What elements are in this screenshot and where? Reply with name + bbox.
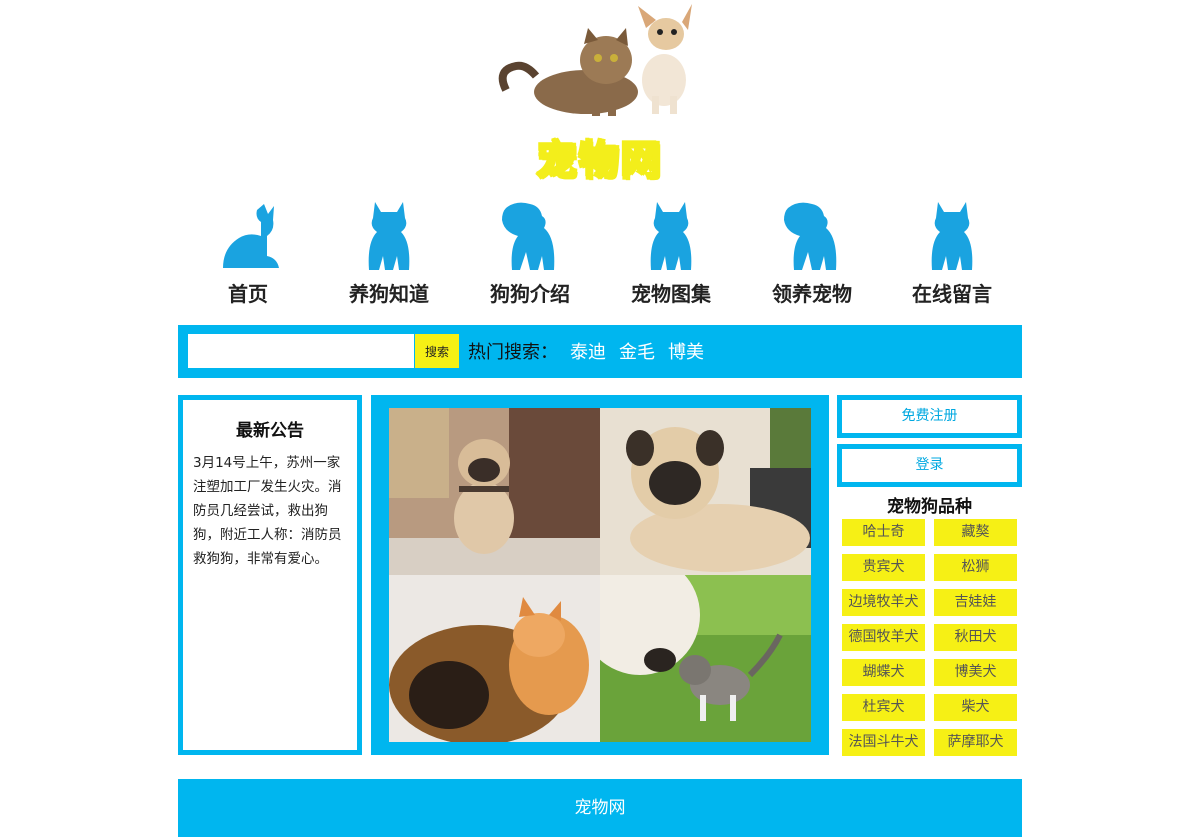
footer: 宠物网: [178, 779, 1022, 837]
search-bar: 搜索 热门搜索： 泰迪 金毛 博美: [178, 325, 1022, 378]
breed-tag[interactable]: 杜宾犬: [842, 694, 925, 721]
nav-label-dog-knowledge: 养狗知道: [349, 282, 429, 306]
breed-tag[interactable]: 法国斗牛犬: [842, 729, 925, 756]
breed-tag[interactable]: 贵宾犬: [842, 554, 925, 581]
logo-pets-image: [496, 0, 706, 126]
breeds-title: 宠物狗品种: [887, 497, 972, 517]
photo-gallery: [371, 395, 829, 755]
search-button[interactable]: 搜索: [415, 334, 459, 368]
kitten-silhouette-icon: [892, 200, 1012, 272]
pug-lying-photo[interactable]: [600, 408, 811, 575]
hot-search-link-teddy[interactable]: 泰迪: [570, 338, 606, 364]
breed-tag[interactable]: 德国牧羊犬: [842, 624, 925, 651]
breed-tag[interactable]: 边境牧羊犬: [842, 589, 925, 616]
notice-panel: 最新公告 3月14号上午，苏州一家注塑加工厂发生火灾。消防员几经尝试，救出狗狗，…: [178, 395, 362, 755]
german-shepherd-and-cat-photo[interactable]: [389, 575, 600, 742]
nav-item-home[interactable]: 首页: [188, 200, 308, 312]
hot-search-link-pomeranian[interactable]: 博美: [668, 338, 704, 364]
kitten-silhouette-icon: [329, 200, 449, 272]
hot-search-label: 热门搜索：: [468, 342, 558, 363]
breed-tag[interactable]: 松狮: [934, 554, 1017, 581]
notice-title: 最新公告: [236, 421, 304, 441]
nav-label-home: 首页: [228, 282, 268, 306]
breed-tag[interactable]: 哈士奇: [842, 519, 925, 546]
nav-label-dog-intro: 狗狗介绍: [490, 282, 570, 306]
register-button[interactable]: 免费注册: [837, 395, 1022, 438]
nav-item-adopt-pet[interactable]: 领养宠物: [752, 200, 872, 312]
nav-item-dog-intro[interactable]: 狗狗介绍: [470, 200, 590, 312]
breed-tag[interactable]: 藏獒: [934, 519, 1017, 546]
search-input[interactable]: [188, 334, 414, 368]
site-logo-title: 宠物网: [536, 137, 663, 186]
puppy-silhouette-icon: [752, 200, 872, 272]
breed-tag[interactable]: 蝴蝶犬: [842, 659, 925, 686]
pug-sitting-photo[interactable]: [389, 408, 600, 575]
login-button[interactable]: 登录: [837, 444, 1022, 487]
puppy-silhouette-icon: [470, 200, 590, 272]
kitten-silhouette-icon: [611, 200, 731, 272]
nav-label-adopt-pet: 领养宠物: [772, 282, 852, 306]
breed-tag[interactable]: 博美犬: [934, 659, 1017, 686]
breed-tag[interactable]: 吉娃娃: [934, 589, 1017, 616]
nav-label-online-message: 在线留言: [912, 282, 992, 306]
dog-and-kitten-on-grass-photo[interactable]: [600, 575, 811, 742]
sitting-cat-silhouette-icon: [188, 200, 308, 272]
main-nav: 首页 养狗知道 狗狗介绍 宠物图集 领养宠物 在线留言: [178, 200, 1022, 312]
nav-item-online-message[interactable]: 在线留言: [892, 200, 1012, 312]
notice-body: 3月14号上午，苏州一家注塑加工厂发生火灾。消防员几经尝试，救出狗狗，附近工人称…: [193, 455, 342, 567]
hot-search-link-golden[interactable]: 金毛: [619, 338, 655, 364]
nav-label-pet-gallery: 宠物图集: [631, 282, 711, 306]
breed-tag[interactable]: 柴犬: [934, 694, 1017, 721]
breed-tag[interactable]: 秋田犬: [934, 624, 1017, 651]
nav-item-pet-gallery[interactable]: 宠物图集: [611, 200, 731, 312]
nav-item-dog-knowledge[interactable]: 养狗知道: [329, 200, 449, 312]
breed-tag[interactable]: 萨摩耶犬: [934, 729, 1017, 756]
